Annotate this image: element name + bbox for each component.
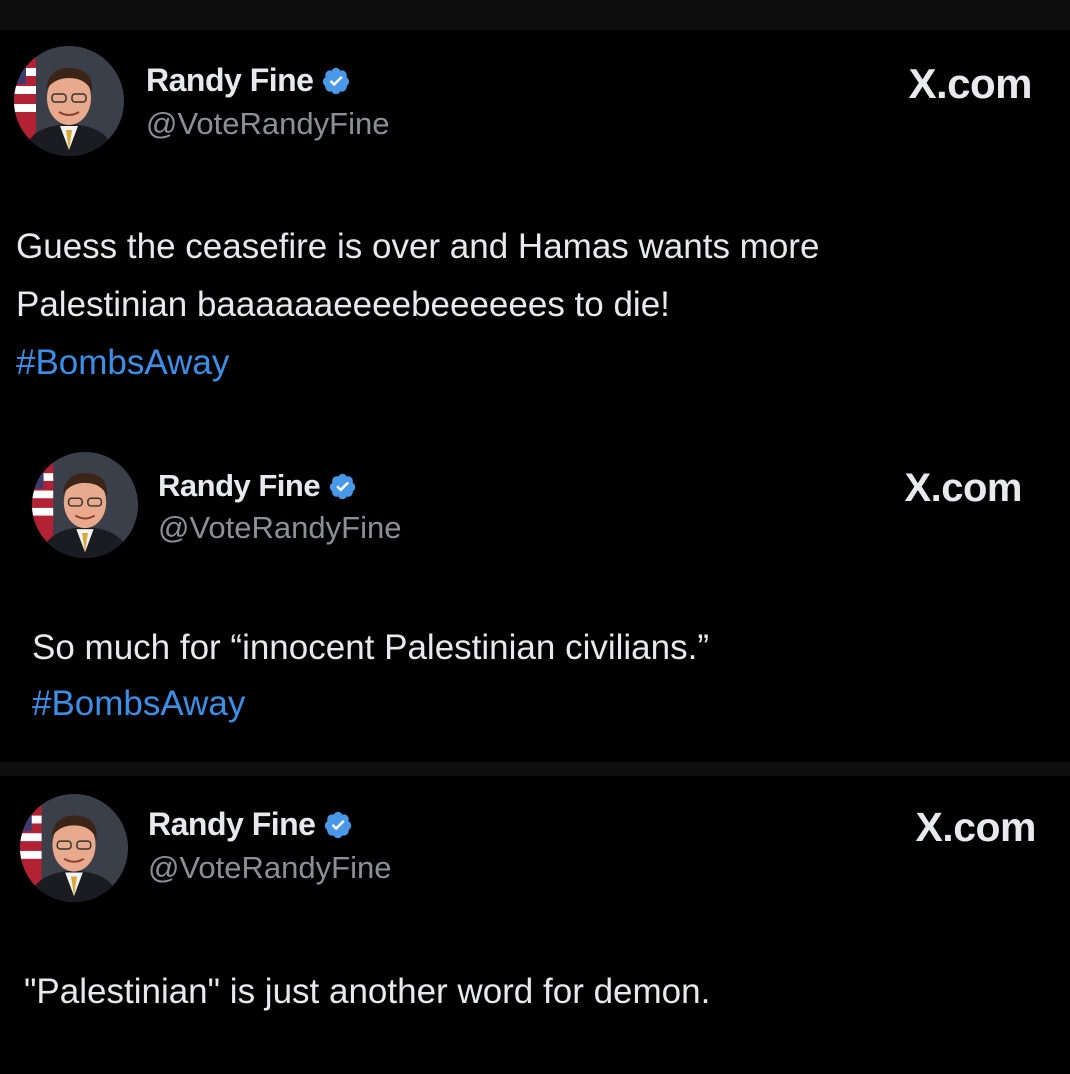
tweet-card[interactable]: Randy Fine @VoteRandyFine X.com So much … bbox=[0, 428, 1070, 762]
top-bar bbox=[0, 0, 1070, 30]
author-handle[interactable]: @VoteRandyFine bbox=[148, 850, 391, 886]
hashtag-link[interactable]: #BombsAway bbox=[32, 676, 709, 732]
author-name-row: Randy Fine bbox=[158, 468, 357, 504]
source-label[interactable]: X.com bbox=[915, 804, 1036, 851]
tweet-text-line: Guess the ceasefire is over and Hamas wa… bbox=[16, 227, 820, 266]
source-label-text: X.com bbox=[908, 60, 1032, 107]
tweet-body: Guess the ceasefire is over and Hamas wa… bbox=[16, 218, 819, 392]
source-label-text: X.com bbox=[915, 804, 1036, 850]
author-name[interactable]: Randy Fine bbox=[158, 468, 321, 504]
tweet-text-line: So much for “innocent Palestinian civili… bbox=[32, 628, 709, 667]
author-handle[interactable]: @VoteRandyFine bbox=[146, 106, 389, 142]
source-label[interactable]: X.com bbox=[908, 60, 1032, 108]
verified-badge-icon bbox=[323, 810, 353, 840]
author-name-row: Randy Fine bbox=[148, 806, 353, 843]
author-handle[interactable]: @VoteRandyFine bbox=[158, 510, 401, 546]
source-label[interactable]: X.com bbox=[904, 466, 1022, 511]
tweet-text-line: Palestinian baaaaaaeeeebeeeeees to die! bbox=[16, 285, 670, 324]
tweet-card[interactable]: Randy Fine @VoteRandyFine X.com "Palesti… bbox=[0, 776, 1070, 1074]
tweet-body: "Palestinian" is just another word for d… bbox=[24, 964, 710, 1020]
tweet-divider bbox=[0, 762, 1070, 776]
source-label-text: X.com bbox=[904, 466, 1022, 510]
avatar[interactable] bbox=[32, 452, 138, 558]
author-name-row: Randy Fine bbox=[146, 62, 351, 99]
tweet-text-line: "Palestinian" is just another word for d… bbox=[24, 972, 711, 1011]
hashtag-link[interactable]: #BombsAway bbox=[16, 334, 819, 392]
avatar[interactable] bbox=[14, 46, 124, 156]
verified-badge-icon bbox=[328, 472, 357, 501]
tweet-body: So much for “innocent Palestinian civili… bbox=[32, 620, 709, 732]
verified-badge-icon bbox=[321, 66, 351, 96]
author-name[interactable]: Randy Fine bbox=[148, 806, 316, 843]
author-name[interactable]: Randy Fine bbox=[146, 62, 314, 99]
tweet-card[interactable]: Randy Fine @VoteRandyFine X.com Guess th… bbox=[0, 30, 1070, 428]
avatar[interactable] bbox=[20, 794, 128, 902]
